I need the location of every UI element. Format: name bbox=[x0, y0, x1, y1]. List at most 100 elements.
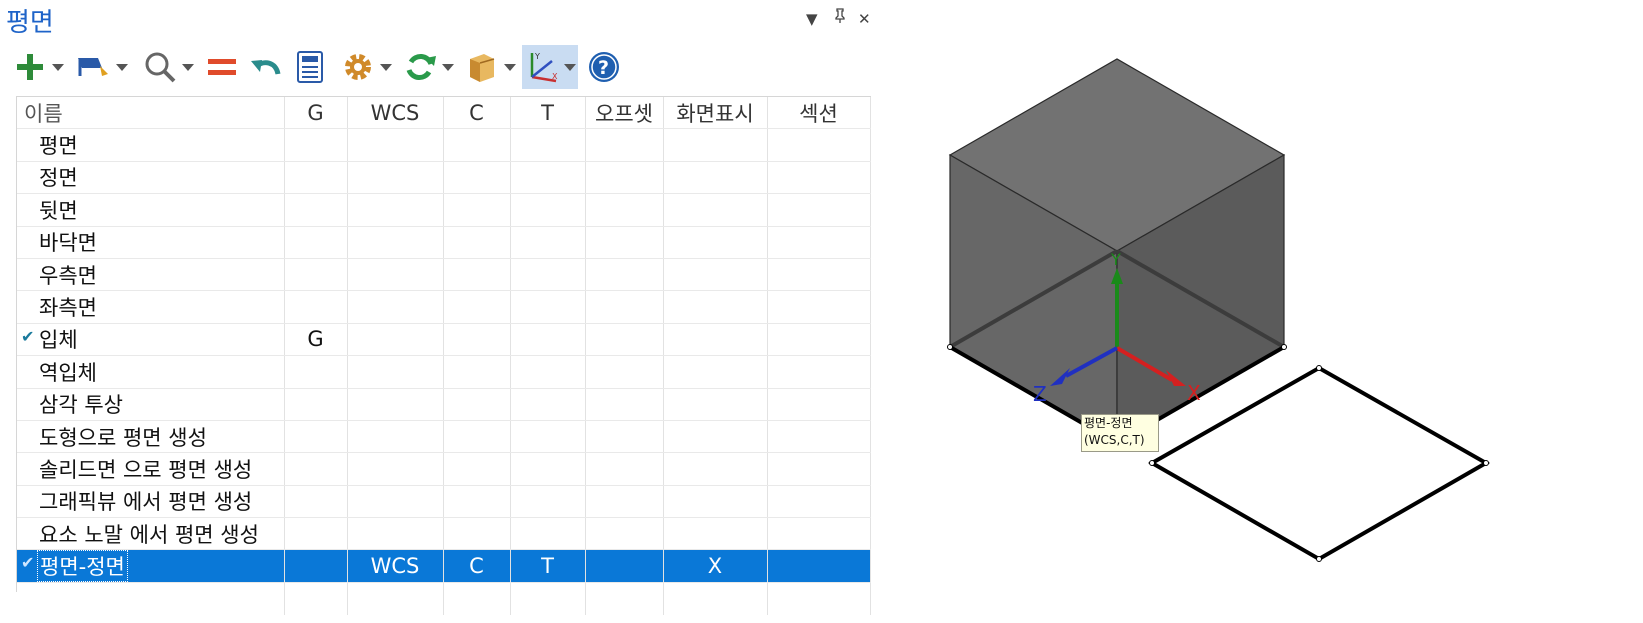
column-header-c[interactable]: C bbox=[443, 97, 511, 130]
add-plane-button[interactable] bbox=[10, 45, 66, 89]
row-section-cell[interactable] bbox=[767, 420, 871, 454]
column-header-display[interactable]: 화면표시 bbox=[663, 97, 768, 130]
row-t-cell[interactable] bbox=[510, 485, 586, 519]
row-c-cell[interactable] bbox=[443, 290, 511, 324]
row-c-cell[interactable] bbox=[443, 452, 511, 486]
row-section-cell[interactable] bbox=[767, 517, 871, 551]
row-display-cell[interactable] bbox=[663, 193, 768, 227]
row-c-cell[interactable] bbox=[443, 258, 511, 292]
add-plane-dropdown-icon[interactable] bbox=[50, 47, 66, 87]
row-t-cell[interactable] bbox=[510, 517, 586, 551]
row-c-cell[interactable] bbox=[443, 226, 511, 259]
row-wcs-cell[interactable] bbox=[347, 258, 444, 292]
row-t-cell[interactable] bbox=[510, 452, 586, 486]
row-offset-cell[interactable] bbox=[585, 290, 664, 324]
row-c-cell[interactable] bbox=[443, 420, 511, 454]
row-display-cell[interactable] bbox=[663, 128, 768, 162]
row-name-cell[interactable]: 우측면 bbox=[17, 258, 285, 292]
axes-button[interactable]: YX bbox=[522, 45, 578, 89]
row-section-cell[interactable] bbox=[767, 485, 871, 519]
row-g-cell[interactable]: G bbox=[284, 323, 348, 357]
row-offset-cell[interactable] bbox=[585, 193, 664, 227]
plane-flag-button[interactable] bbox=[74, 45, 130, 89]
row-wcs-cell[interactable] bbox=[347, 323, 444, 357]
row-wcs-cell[interactable] bbox=[347, 517, 444, 551]
row-g-cell[interactable] bbox=[284, 517, 348, 551]
row-section-cell[interactable] bbox=[767, 323, 871, 357]
row-name-cell[interactable]: 평면 bbox=[17, 128, 285, 162]
table-row[interactable]: 솔리드면 으로 평면 생성 bbox=[17, 452, 871, 486]
table-row[interactable]: 그래픽뷰 에서 평면 생성 bbox=[17, 485, 871, 519]
row-c-cell[interactable] bbox=[443, 323, 511, 357]
column-header-section[interactable]: 섹션 bbox=[767, 97, 871, 130]
row-offset-cell[interactable] bbox=[585, 388, 664, 421]
row-wcs-cell[interactable] bbox=[347, 420, 444, 454]
row-wcs-cell[interactable] bbox=[347, 226, 444, 259]
row-section-cell[interactable] bbox=[767, 452, 871, 486]
refresh-dropdown-icon[interactable] bbox=[440, 47, 456, 87]
row-g-cell[interactable] bbox=[284, 226, 348, 259]
search-dropdown-icon[interactable] bbox=[180, 47, 196, 87]
row-section-cell[interactable] bbox=[767, 388, 871, 421]
row-display-cell[interactable] bbox=[663, 485, 768, 519]
row-offset-cell[interactable] bbox=[585, 323, 664, 357]
row-wcs-cell[interactable] bbox=[347, 452, 444, 486]
front-plane-outline[interactable] bbox=[1147, 365, 1491, 562]
column-header-wcs[interactable]: WCS bbox=[347, 97, 444, 130]
row-display-cell[interactable] bbox=[663, 323, 768, 357]
table-row[interactable]: 뒷면 bbox=[17, 193, 871, 227]
row-t-cell[interactable] bbox=[510, 226, 586, 259]
search-button[interactable] bbox=[140, 45, 196, 89]
row-section-cell[interactable] bbox=[767, 128, 871, 162]
row-offset-cell[interactable] bbox=[585, 485, 664, 519]
viewport-canvas[interactable]: Y X Z bbox=[880, 0, 1643, 619]
row-c-cell[interactable] bbox=[443, 485, 511, 519]
table-row[interactable]: 평면 bbox=[17, 128, 871, 162]
row-section-cell[interactable] bbox=[767, 549, 871, 584]
settings-dropdown-icon[interactable] bbox=[378, 47, 394, 87]
close-panel-icon[interactable]: ✕ bbox=[858, 10, 871, 28]
row-section-cell[interactable] bbox=[767, 355, 871, 389]
graphics-viewport[interactable]: Y X Z bbox=[880, 0, 1643, 619]
row-name-cell[interactable]: 뒷면 bbox=[17, 193, 285, 227]
equals-button[interactable] bbox=[202, 45, 242, 89]
row-c-cell[interactable] bbox=[443, 161, 511, 195]
row-t-cell[interactable] bbox=[510, 193, 586, 227]
row-t-cell[interactable] bbox=[510, 323, 586, 357]
row-display-cell[interactable] bbox=[663, 388, 768, 421]
row-offset-cell[interactable] bbox=[585, 549, 664, 584]
row-t-cell[interactable]: T bbox=[510, 549, 586, 584]
row-g-cell[interactable] bbox=[284, 290, 348, 324]
row-c-cell[interactable] bbox=[443, 355, 511, 389]
pin-icon[interactable] bbox=[834, 8, 846, 29]
row-wcs-cell[interactable] bbox=[347, 161, 444, 195]
column-header-name[interactable]: 이름 bbox=[17, 97, 285, 130]
row-display-cell[interactable] bbox=[663, 258, 768, 292]
row-offset-cell[interactable] bbox=[585, 420, 664, 454]
row-display-cell[interactable] bbox=[663, 226, 768, 259]
row-wcs-cell[interactable] bbox=[347, 290, 444, 324]
row-g-cell[interactable] bbox=[284, 193, 348, 227]
row-wcs-cell[interactable] bbox=[347, 485, 444, 519]
row-name-cell[interactable]: 삼각 투상 bbox=[17, 388, 285, 421]
row-g-cell[interactable] bbox=[284, 420, 348, 454]
row-wcs-cell[interactable] bbox=[347, 355, 444, 389]
row-display-cell[interactable] bbox=[663, 517, 768, 551]
row-offset-cell[interactable] bbox=[585, 128, 664, 162]
row-name-cell[interactable]: 솔리드면 으로 평면 생성 bbox=[17, 452, 285, 486]
table-row[interactable]: 삼각 투상 bbox=[17, 388, 871, 421]
row-g-cell[interactable] bbox=[284, 355, 348, 389]
row-name-cell[interactable]: ✔ 입체 bbox=[17, 323, 285, 357]
row-g-cell[interactable] bbox=[284, 161, 348, 195]
row-c-cell[interactable] bbox=[443, 128, 511, 162]
row-name-cell[interactable]: 도형으로 평면 생성 bbox=[17, 420, 285, 454]
row-g-cell[interactable] bbox=[284, 485, 348, 519]
row-offset-cell[interactable] bbox=[585, 226, 664, 259]
row-name-cell[interactable]: 그래픽뷰 에서 평면 생성 bbox=[17, 485, 285, 519]
row-display-cell[interactable] bbox=[663, 290, 768, 324]
row-name-cell[interactable]: 요소 노말 에서 평면 생성 bbox=[17, 517, 285, 551]
panel-menu-dropdown-icon[interactable]: ▼ bbox=[806, 10, 818, 28]
table-row[interactable]: ✔ 입체 G bbox=[17, 323, 871, 357]
refresh-button[interactable] bbox=[400, 45, 456, 89]
row-section-cell[interactable] bbox=[767, 258, 871, 292]
